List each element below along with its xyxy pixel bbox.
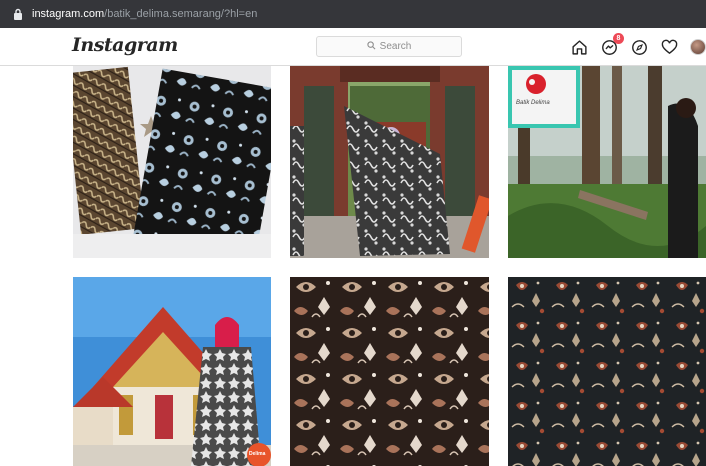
- browser-address-bar[interactable]: instagram.com/batik_delima.semarang/?hl=…: [0, 0, 706, 28]
- post-badge-text: Delima: [249, 451, 266, 457]
- explore-icon[interactable]: [629, 37, 649, 57]
- search-placeholder: Search: [379, 41, 412, 52]
- profile-avatar[interactable]: [688, 37, 706, 57]
- url-text[interactable]: instagram.com/batik_delima.semarang/?hl=…: [32, 8, 257, 20]
- post-thumbnail[interactable]: [73, 66, 271, 258]
- notification-badge: 8: [613, 33, 624, 44]
- post-thumbnail[interactable]: Delima: [73, 277, 271, 466]
- lock-icon: [12, 7, 24, 21]
- post-thumbnail[interactable]: [508, 277, 706, 466]
- instagram-header: Instagram Search 8: [0, 28, 706, 66]
- instagram-logo[interactable]: Instagram: [72, 34, 178, 56]
- avatar: [690, 39, 706, 55]
- post-thumbnail[interactable]: [290, 66, 489, 258]
- post-thumbnail[interactable]: [290, 277, 489, 466]
- post-logo-text: Batik Delima: [516, 100, 550, 106]
- search-icon: [367, 40, 376, 53]
- home-icon[interactable]: [569, 37, 589, 57]
- heart-icon[interactable]: [659, 37, 679, 57]
- search-input[interactable]: Search: [316, 36, 462, 57]
- post-thumbnail[interactable]: Batik Delima: [508, 66, 706, 258]
- messenger-icon[interactable]: 8: [599, 33, 624, 57]
